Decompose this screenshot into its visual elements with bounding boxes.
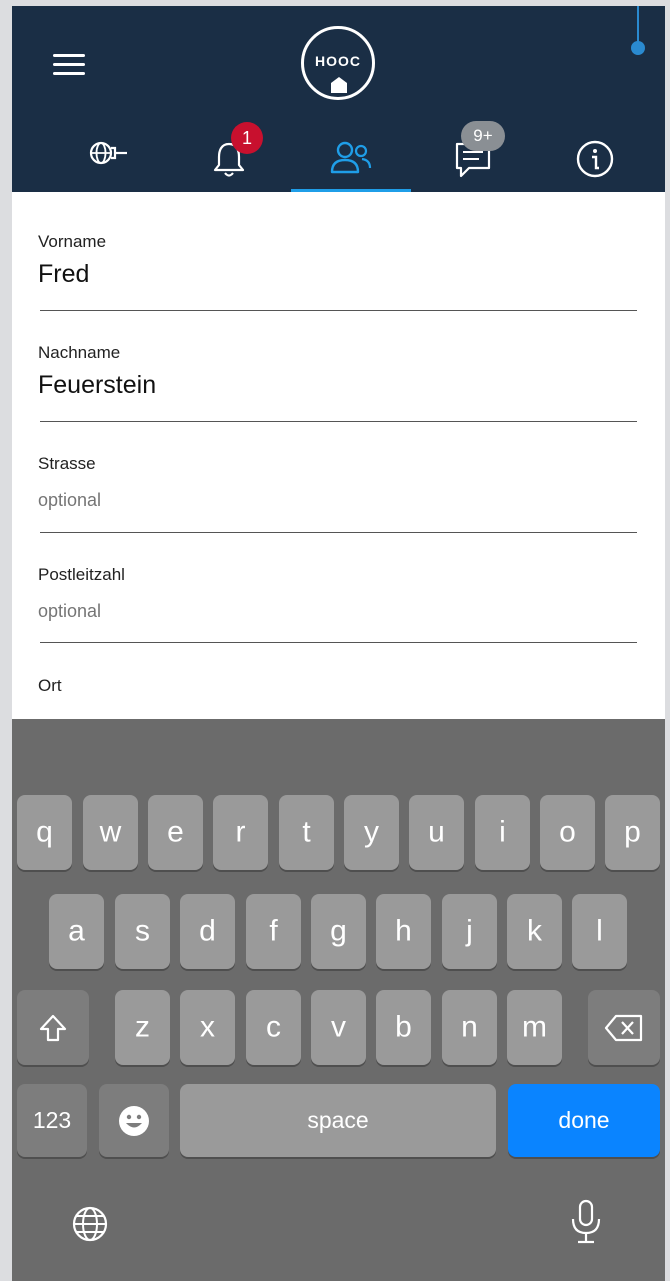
key-s[interactable]: s [115,894,170,969]
key-h[interactable]: h [376,894,431,969]
field-divider [40,532,637,533]
globe-plug-icon [89,141,127,165]
key-m[interactable]: m [507,990,562,1065]
key-o[interactable]: o [540,795,595,870]
postleitzahl-input[interactable] [38,597,636,625]
app-screen: HOOC 1 9+ Vorname Fred Nachname Feuerste… [12,6,665,1281]
field-label: Ort [38,676,62,695]
field-value[interactable]: Feuerstein [38,371,636,403]
logo-text: HOOC [315,53,361,69]
field-label: Nachname [38,343,121,362]
key-z[interactable]: z [115,990,170,1065]
shift-key[interactable] [17,990,89,1065]
field-strasse[interactable]: Strasse [38,454,636,514]
emoji-key[interactable] [99,1084,169,1157]
users-icon [330,141,372,174]
backspace-key[interactable] [588,990,660,1065]
tab-messages[interactable]: 9+ [413,118,533,192]
hamburger-icon[interactable] [53,54,85,78]
tab-network[interactable] [49,118,169,192]
key-p[interactable]: p [605,795,660,870]
key-r[interactable]: r [213,795,268,870]
status-indicator-line [637,6,639,44]
messages-badge: 9+ [461,121,505,151]
shift-icon [39,1014,67,1042]
key-d[interactable]: d [180,894,235,969]
key-q[interactable]: q [17,795,72,870]
key-i[interactable]: i [475,795,530,870]
key-a[interactable]: a [49,894,104,969]
field-label: Strasse [38,454,96,473]
field-postleitzahl[interactable]: Postleitzahl [38,565,636,625]
field-vorname[interactable]: Vorname Fred [38,232,636,292]
device-frame: HOOC 1 9+ Vorname Fred Nachname Feuerste… [0,0,670,1281]
space-key[interactable]: space [180,1084,496,1157]
done-key[interactable]: done [508,1084,660,1157]
backspace-icon [604,1014,643,1042]
emoji-icon [119,1106,149,1136]
key-j[interactable]: j [442,894,497,969]
key-x[interactable]: x [180,990,235,1065]
key-l[interactable]: l [572,894,627,969]
app-header: HOOC 1 9+ [12,6,665,192]
info-icon [576,140,614,178]
field-divider [40,642,637,643]
tab-info[interactable] [535,118,655,192]
strasse-input[interactable] [38,486,636,514]
field-label: Postleitzahl [38,565,125,584]
key-b[interactable]: b [376,990,431,1065]
field-value[interactable]: Fred [38,260,636,292]
key-n[interactable]: n [442,990,497,1065]
hooc-logo: HOOC [301,26,375,100]
microphone-icon[interactable] [569,1199,603,1247]
logo-house-icon [331,77,347,93]
status-indicator-dot [631,41,645,55]
key-t[interactable]: t [279,795,334,870]
key-u[interactable]: u [409,795,464,870]
tab-bar: 1 9+ [12,118,665,192]
profile-form: Vorname Fred Nachname Feuerstein Strasse… [12,192,665,719]
key-w[interactable]: w [83,795,138,870]
key-y[interactable]: y [344,795,399,870]
field-label: Vorname [38,232,107,251]
tab-users[interactable] [291,118,411,192]
field-nachname[interactable]: Nachname Feuerstein [38,343,636,403]
tab-notifications[interactable]: 1 [169,118,289,192]
key-k[interactable]: k [507,894,562,969]
globe-icon[interactable] [70,1204,110,1244]
notification-badge: 1 [231,122,263,154]
field-divider [40,421,637,422]
on-screen-keyboard: q w e r t y u i o p a s d f g h j k l z … [12,719,665,1281]
key-e[interactable]: e [148,795,203,870]
numbers-key[interactable]: 123 [17,1084,87,1157]
field-ort[interactable]: Ort [38,676,636,696]
key-f[interactable]: f [246,894,301,969]
field-divider [40,310,637,311]
key-v[interactable]: v [311,990,366,1065]
key-g[interactable]: g [311,894,366,969]
key-c[interactable]: c [246,990,301,1065]
